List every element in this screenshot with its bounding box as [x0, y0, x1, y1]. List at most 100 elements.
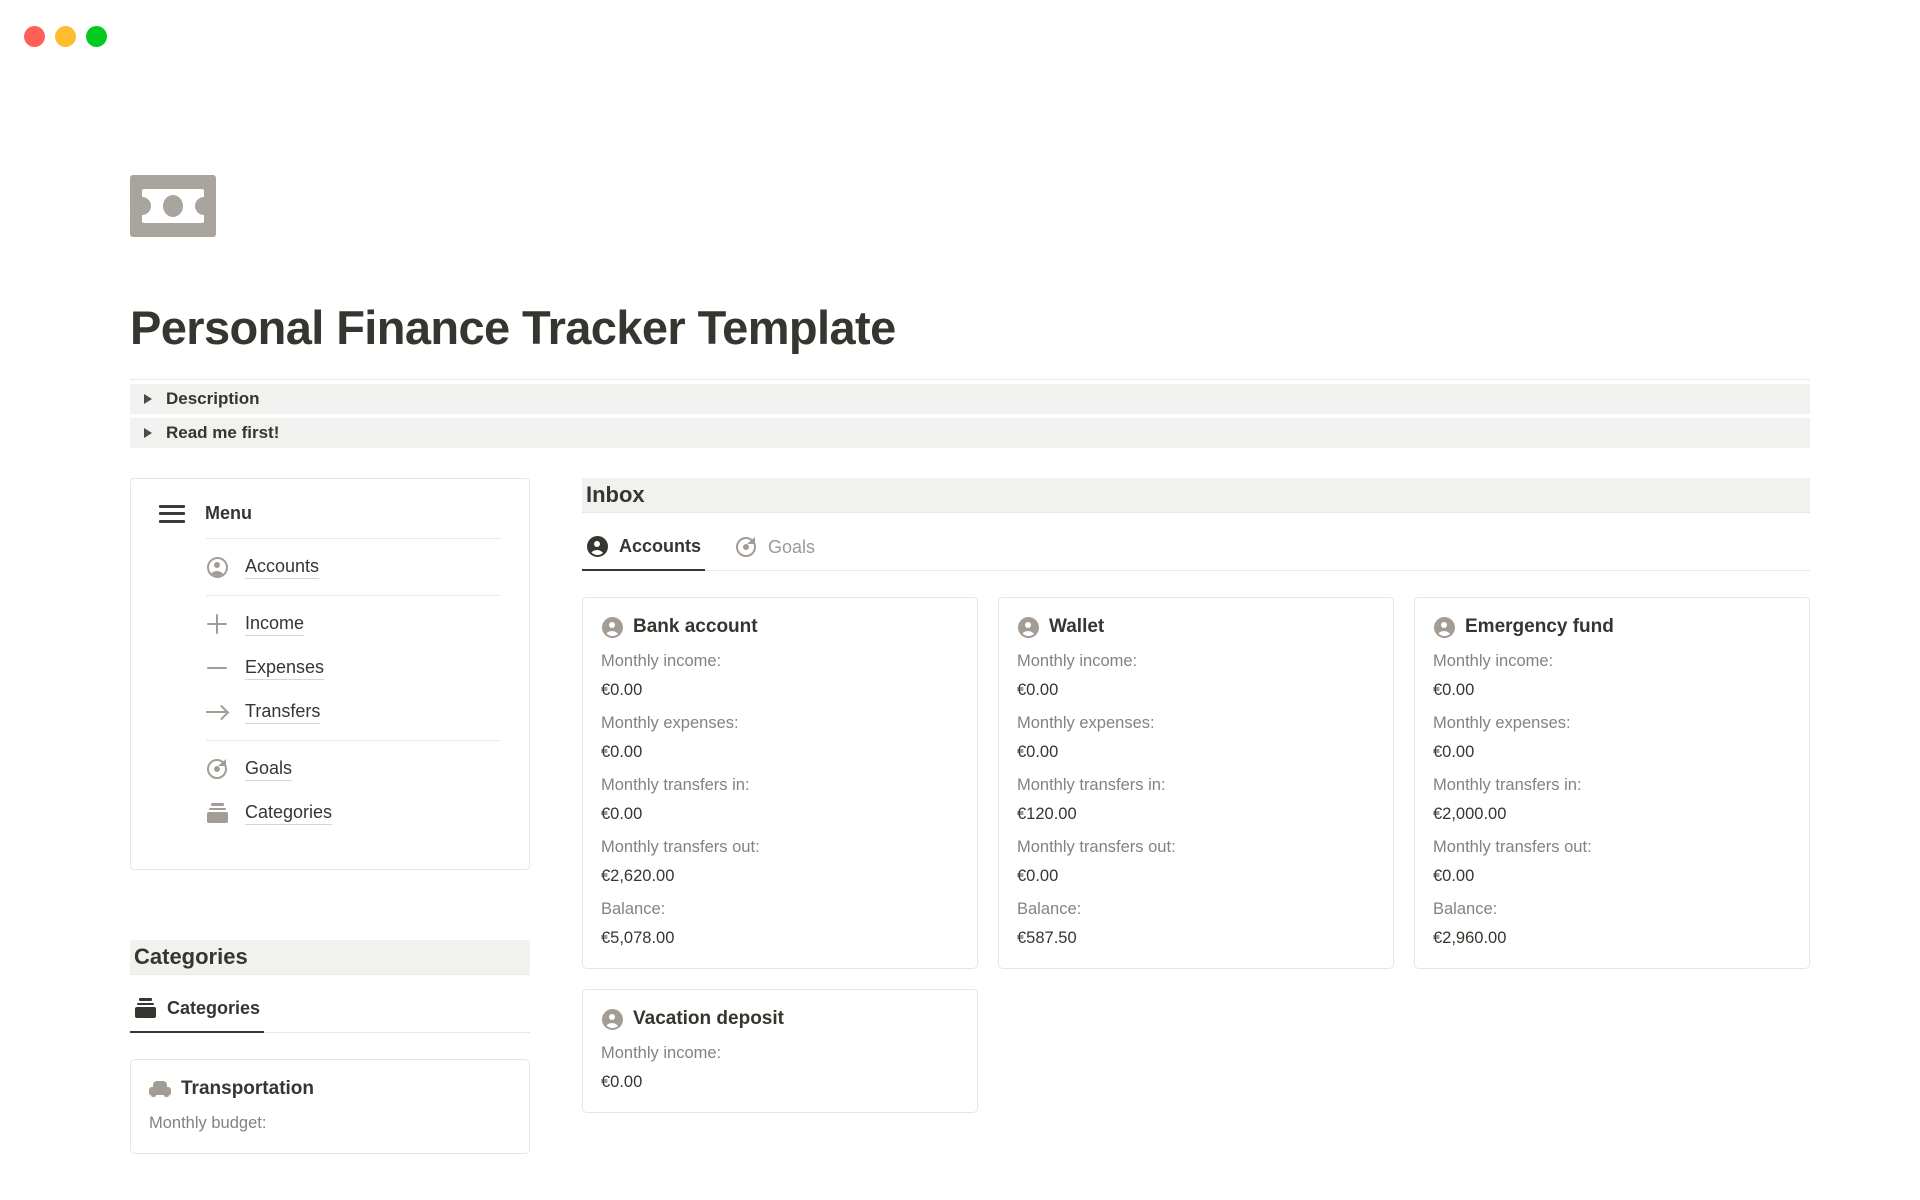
account-name: Bank account	[633, 616, 758, 637]
inbox-tabs: Accounts Goals	[582, 513, 1810, 571]
account-card-emergency-fund[interactable]: Emergency fund Monthly income: €0.00 Mon…	[1414, 597, 1810, 969]
balance-value: €5,078.00	[601, 929, 675, 947]
monthly-transfers-in-value: €120.00	[1017, 805, 1077, 823]
monthly-expenses-value: €0.00	[1017, 743, 1059, 761]
tab-accounts[interactable]: Accounts	[582, 535, 706, 571]
target-icon	[206, 758, 228, 780]
person-circle-icon	[1017, 616, 1039, 638]
monthly-expenses-label: Monthly expenses:	[1433, 714, 1571, 732]
monthly-income-label: Monthly income:	[601, 1044, 722, 1062]
monthly-income-label: Monthly income:	[601, 652, 722, 670]
menu-group-accounts: Accounts	[159, 539, 501, 595]
right-column: Inbox Accounts Goals Bank account Monthl…	[582, 478, 1810, 1154]
tab-goals[interactable]: Goals	[731, 536, 819, 570]
monthly-transfers-out-label: Monthly transfers out:	[1433, 838, 1592, 856]
plus-icon	[206, 613, 228, 635]
menu-group-setup: Goals Categories	[159, 741, 501, 841]
sidebar-item-label: Expenses	[245, 656, 325, 681]
banknote-icon	[130, 175, 216, 237]
tab-label: Goals	[768, 536, 816, 557]
toggle-description[interactable]: Description	[130, 384, 1810, 414]
left-column: Menu Accounts Income Expenses Transfers …	[130, 478, 530, 1154]
menu-title: Menu	[205, 503, 252, 523]
account-card-title-row: Emergency fund	[1433, 616, 1791, 638]
target-icon	[735, 536, 757, 558]
monthly-transfers-in-value: €2,000.00	[1433, 805, 1507, 823]
title-divider	[130, 379, 1810, 380]
category-card-title-row: Transportation	[149, 1078, 511, 1100]
monthly-income-value: €0.00	[1017, 681, 1059, 699]
person-circle-icon	[601, 1008, 623, 1030]
monthly-transfers-out-label: Monthly transfers out:	[1017, 838, 1176, 856]
account-name: Wallet	[1049, 616, 1105, 637]
accounts-card-grid: Bank account Monthly income: €0.00 Month…	[582, 597, 1810, 1113]
person-circle-icon	[1433, 616, 1455, 638]
window-titlebar	[0, 0, 1920, 72]
category-budget-label: Monthly budget:	[149, 1114, 267, 1132]
sidebar-item-accounts[interactable]: Accounts	[159, 545, 501, 589]
account-name: Vacation deposit	[633, 1008, 784, 1029]
triangle-right-icon[interactable]	[144, 394, 152, 404]
account-name: Emergency fund	[1465, 616, 1614, 637]
account-card-bank-account[interactable]: Bank account Monthly income: €0.00 Month…	[582, 597, 978, 969]
monthly-transfers-out-value: €0.00	[1433, 867, 1475, 885]
sidebar-item-label: Goals	[245, 757, 293, 782]
tab-label: Accounts	[619, 535, 702, 556]
account-card-vacation-deposit[interactable]: Vacation deposit Monthly income: €0.00	[582, 989, 978, 1113]
page-title: Personal Finance Tracker Template	[130, 301, 896, 354]
balance-label: Balance:	[1017, 900, 1082, 918]
monthly-transfers-in-label: Monthly transfers in:	[1433, 776, 1582, 794]
close-window-button[interactable]	[24, 25, 45, 47]
monthly-income-value: €0.00	[601, 1073, 643, 1091]
monthly-income-value: €0.00	[1433, 681, 1475, 699]
inbox-heading: Inbox	[586, 482, 645, 507]
balance-label: Balance:	[1433, 900, 1498, 918]
toggle-description-label: Description	[166, 389, 260, 408]
sidebar-item-transfers[interactable]: Transfers	[159, 690, 501, 734]
account-card-title-row: Bank account	[601, 616, 959, 638]
person-circle-icon	[601, 616, 623, 638]
triangle-right-icon[interactable]	[144, 428, 152, 438]
menu-header: Menu	[159, 503, 501, 538]
tab-categories[interactable]: Categories	[130, 997, 265, 1033]
monthly-expenses-value: €0.00	[1433, 743, 1475, 761]
minus-icon	[206, 657, 228, 679]
sidebar-item-income[interactable]: Income	[159, 602, 501, 646]
maximize-window-button[interactable]	[86, 25, 107, 47]
main-columns: Menu Accounts Income Expenses Transfers …	[130, 478, 1810, 1154]
sidebar-item-expenses[interactable]: Expenses	[159, 646, 501, 690]
monthly-expenses-label: Monthly expenses:	[601, 714, 739, 732]
stack-icon	[206, 802, 228, 824]
balance-value: €587.50	[1017, 929, 1077, 947]
sidebar-item-categories[interactable]: Categories	[159, 791, 501, 835]
account-card-wallet[interactable]: Wallet Monthly income: €0.00 Monthly exp…	[998, 597, 1394, 969]
account-card-title-row: Vacation deposit	[601, 1008, 959, 1030]
category-name: Transportation	[181, 1078, 315, 1099]
minimize-window-button[interactable]	[55, 25, 76, 47]
inbox-section-header: Inbox	[582, 478, 1810, 512]
monthly-transfers-in-label: Monthly transfers in:	[1017, 776, 1166, 794]
monthly-expenses-value: €0.00	[601, 743, 643, 761]
monthly-income-label: Monthly income:	[1433, 652, 1554, 670]
toggle-read-me-first[interactable]: Read me first!	[130, 418, 1810, 448]
toggle-read-me-first-label: Read me first!	[166, 423, 280, 442]
category-card-transportation[interactable]: Transportation Monthly budget:	[130, 1059, 530, 1154]
sidebar-item-label: Categories	[245, 801, 333, 826]
balance-label: Balance:	[601, 900, 666, 918]
monthly-transfers-out-value: €0.00	[1017, 867, 1059, 885]
tab-label: Categories	[167, 997, 261, 1018]
page-content: Personal Finance Tracker Template Descri…	[130, 175, 1810, 1154]
hamburger-icon[interactable]	[159, 504, 185, 523]
app-window: Personal Finance Tracker Template Descri…	[0, 0, 1920, 1200]
categories-heading: Categories	[134, 944, 248, 969]
sidebar-item-label: Transfers	[245, 700, 321, 725]
stack-icon	[134, 997, 156, 1019]
categories-section-header: Categories	[130, 940, 530, 974]
person-circle-icon	[206, 556, 228, 578]
monthly-expenses-label: Monthly expenses:	[1017, 714, 1155, 732]
monthly-income-label: Monthly income:	[1017, 652, 1138, 670]
sidebar-item-goals[interactable]: Goals	[159, 747, 501, 791]
monthly-income-value: €0.00	[601, 681, 643, 699]
person-circle-icon	[586, 535, 608, 557]
account-card-title-row: Wallet	[1017, 616, 1375, 638]
